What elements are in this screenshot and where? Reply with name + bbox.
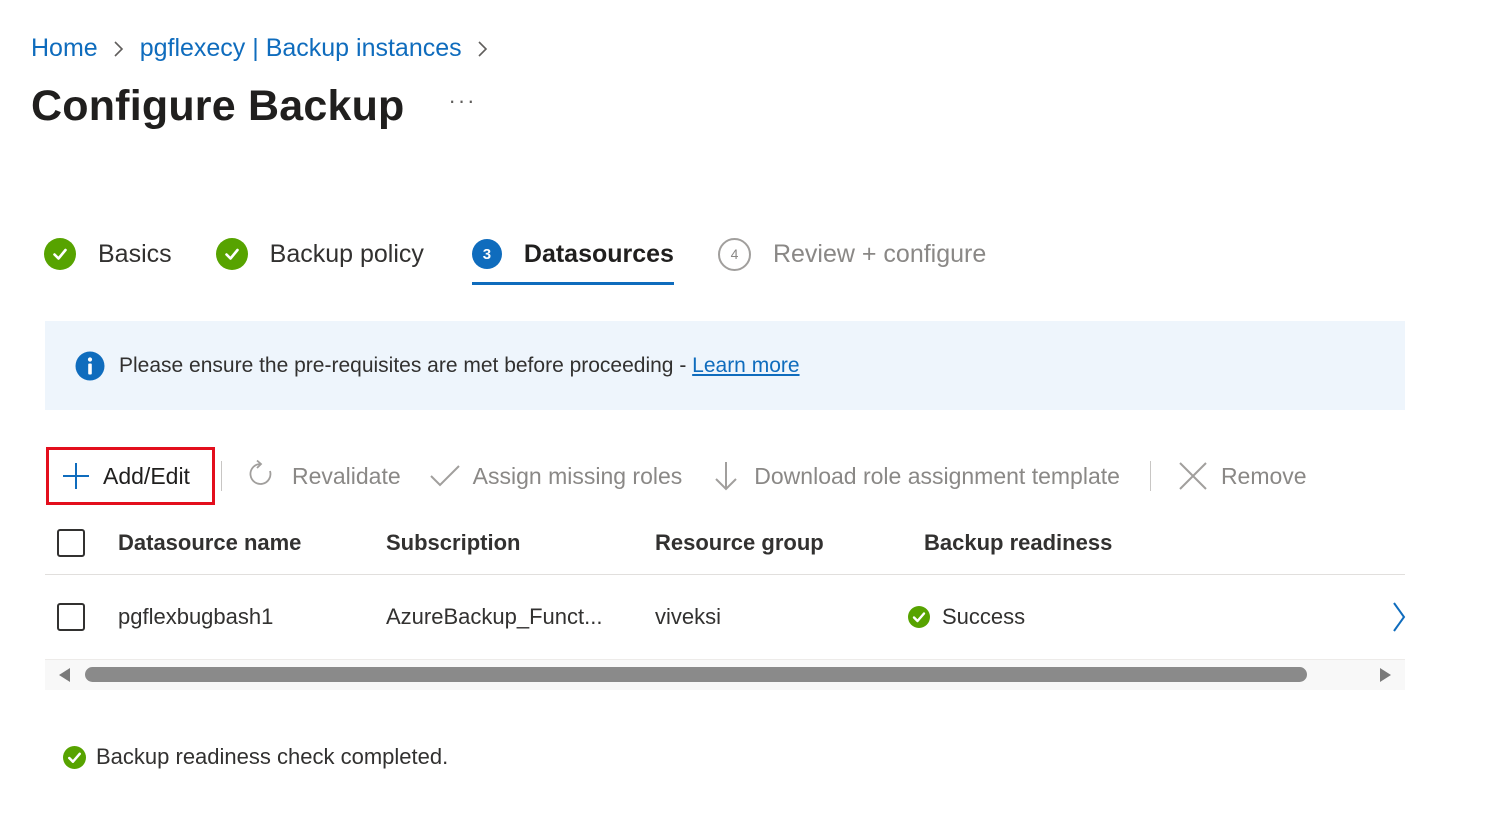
title-row: Configure Backup ··· bbox=[31, 82, 477, 131]
toolbar: Add/Edit Revalidate Assign missing roles… bbox=[46, 444, 1307, 508]
add-edit-label: Add/Edit bbox=[103, 462, 190, 489]
breadcrumb: Home pgflexecy | Backup instances bbox=[31, 34, 504, 63]
step-label: Basics bbox=[98, 239, 172, 268]
chevron-right-icon[interactable] bbox=[1391, 601, 1407, 633]
info-message-text: Please ensure the pre-requisites are met… bbox=[119, 353, 693, 377]
step-label: Datasources bbox=[523, 239, 674, 268]
toolbar-divider bbox=[220, 461, 222, 491]
add-edit-button[interactable]: Add/Edit bbox=[46, 447, 215, 505]
scroll-left-arrow-icon[interactable] bbox=[59, 668, 70, 682]
check-circle-icon bbox=[44, 238, 76, 270]
info-message: Please ensure the pre-requisites are met… bbox=[119, 354, 800, 378]
learn-more-link[interactable]: Learn more bbox=[692, 354, 799, 377]
chevron-right-icon bbox=[476, 39, 490, 59]
chevron-right-icon bbox=[112, 39, 126, 59]
cell-datasource-name: pgflexbugbash1 bbox=[118, 604, 274, 629]
scroll-right-arrow-icon[interactable] bbox=[1380, 668, 1391, 682]
breadcrumb-home-link[interactable]: Home bbox=[31, 34, 98, 63]
assign-missing-roles-label: Assign missing roles bbox=[472, 462, 683, 489]
horizontal-scrollbar[interactable] bbox=[45, 660, 1405, 690]
download-role-template-label: Download role assignment template bbox=[754, 462, 1120, 489]
step-basics[interactable]: Basics bbox=[44, 234, 172, 274]
cell-resource-group: viveksi bbox=[655, 604, 722, 629]
cell-backup-readiness: Success bbox=[908, 604, 1025, 630]
revalidate-button[interactable]: Revalidate bbox=[248, 459, 401, 493]
status-message: Backup readiness check completed. bbox=[96, 744, 449, 769]
download-arrow-icon bbox=[715, 462, 737, 491]
wizard-steps: Basics Backup policy 3 Datasources 4 Rev… bbox=[44, 234, 986, 288]
remove-button[interactable]: Remove bbox=[1177, 460, 1307, 492]
plus-icon bbox=[63, 463, 89, 489]
checkmark-icon bbox=[429, 465, 460, 487]
page-title: Configure Backup bbox=[31, 82, 405, 130]
table-header-row: Datasource name Subscription Resource gr… bbox=[45, 512, 1405, 575]
check-circle-icon bbox=[215, 238, 248, 270]
step-datasources[interactable]: 3 Datasources bbox=[471, 234, 675, 285]
configure-backup-page: Home pgflexecy | Backup instances Config… bbox=[0, 0, 1495, 840]
column-header-datasource-name[interactable]: Datasource name bbox=[118, 530, 301, 556]
close-x-icon bbox=[1179, 462, 1207, 490]
step-number-badge: 3 bbox=[471, 239, 502, 269]
readiness-status: Backup readiness check completed. bbox=[63, 744, 448, 770]
revalidate-label: Revalidate bbox=[291, 462, 401, 489]
column-header-backup-readiness[interactable]: Backup readiness bbox=[924, 530, 1112, 556]
more-options-button[interactable]: ··· bbox=[449, 88, 477, 126]
step-review-configure[interactable]: 4 Review + configure bbox=[717, 234, 987, 274]
step-label: Review + configure bbox=[772, 239, 987, 268]
assign-missing-roles-button[interactable]: Assign missing roles bbox=[429, 462, 683, 490]
check-circle-icon bbox=[63, 745, 86, 769]
scrollbar-thumb[interactable] bbox=[85, 667, 1307, 682]
column-header-subscription[interactable]: Subscription bbox=[386, 530, 520, 556]
datasources-table: Datasource name Subscription Resource gr… bbox=[45, 512, 1407, 660]
cell-subscription: AzureBackup_Funct... bbox=[386, 604, 603, 629]
download-role-template-button[interactable]: Download role assignment template bbox=[714, 460, 1120, 492]
info-banner: Please ensure the pre-requisites are met… bbox=[45, 321, 1405, 410]
check-circle-icon bbox=[908, 606, 930, 628]
select-all-checkbox[interactable] bbox=[57, 529, 85, 557]
step-number-badge: 4 bbox=[717, 237, 751, 271]
breadcrumb-backup-instances-link[interactable]: pgflexecy | Backup instances bbox=[140, 34, 462, 63]
step-label: Backup policy bbox=[269, 239, 424, 268]
refresh-icon bbox=[249, 459, 272, 485]
info-icon bbox=[75, 351, 105, 380]
table-row[interactable]: pgflexbugbash1 AzureBackup_Funct... vive… bbox=[45, 575, 1407, 660]
remove-label: Remove bbox=[1220, 462, 1307, 489]
backup-readiness-value: Success bbox=[942, 604, 1026, 629]
row-checkbox[interactable] bbox=[57, 603, 85, 631]
step-backup-policy[interactable]: Backup policy bbox=[215, 234, 424, 274]
toolbar-divider bbox=[1149, 461, 1151, 491]
column-header-resource-group[interactable]: Resource group bbox=[655, 530, 824, 556]
